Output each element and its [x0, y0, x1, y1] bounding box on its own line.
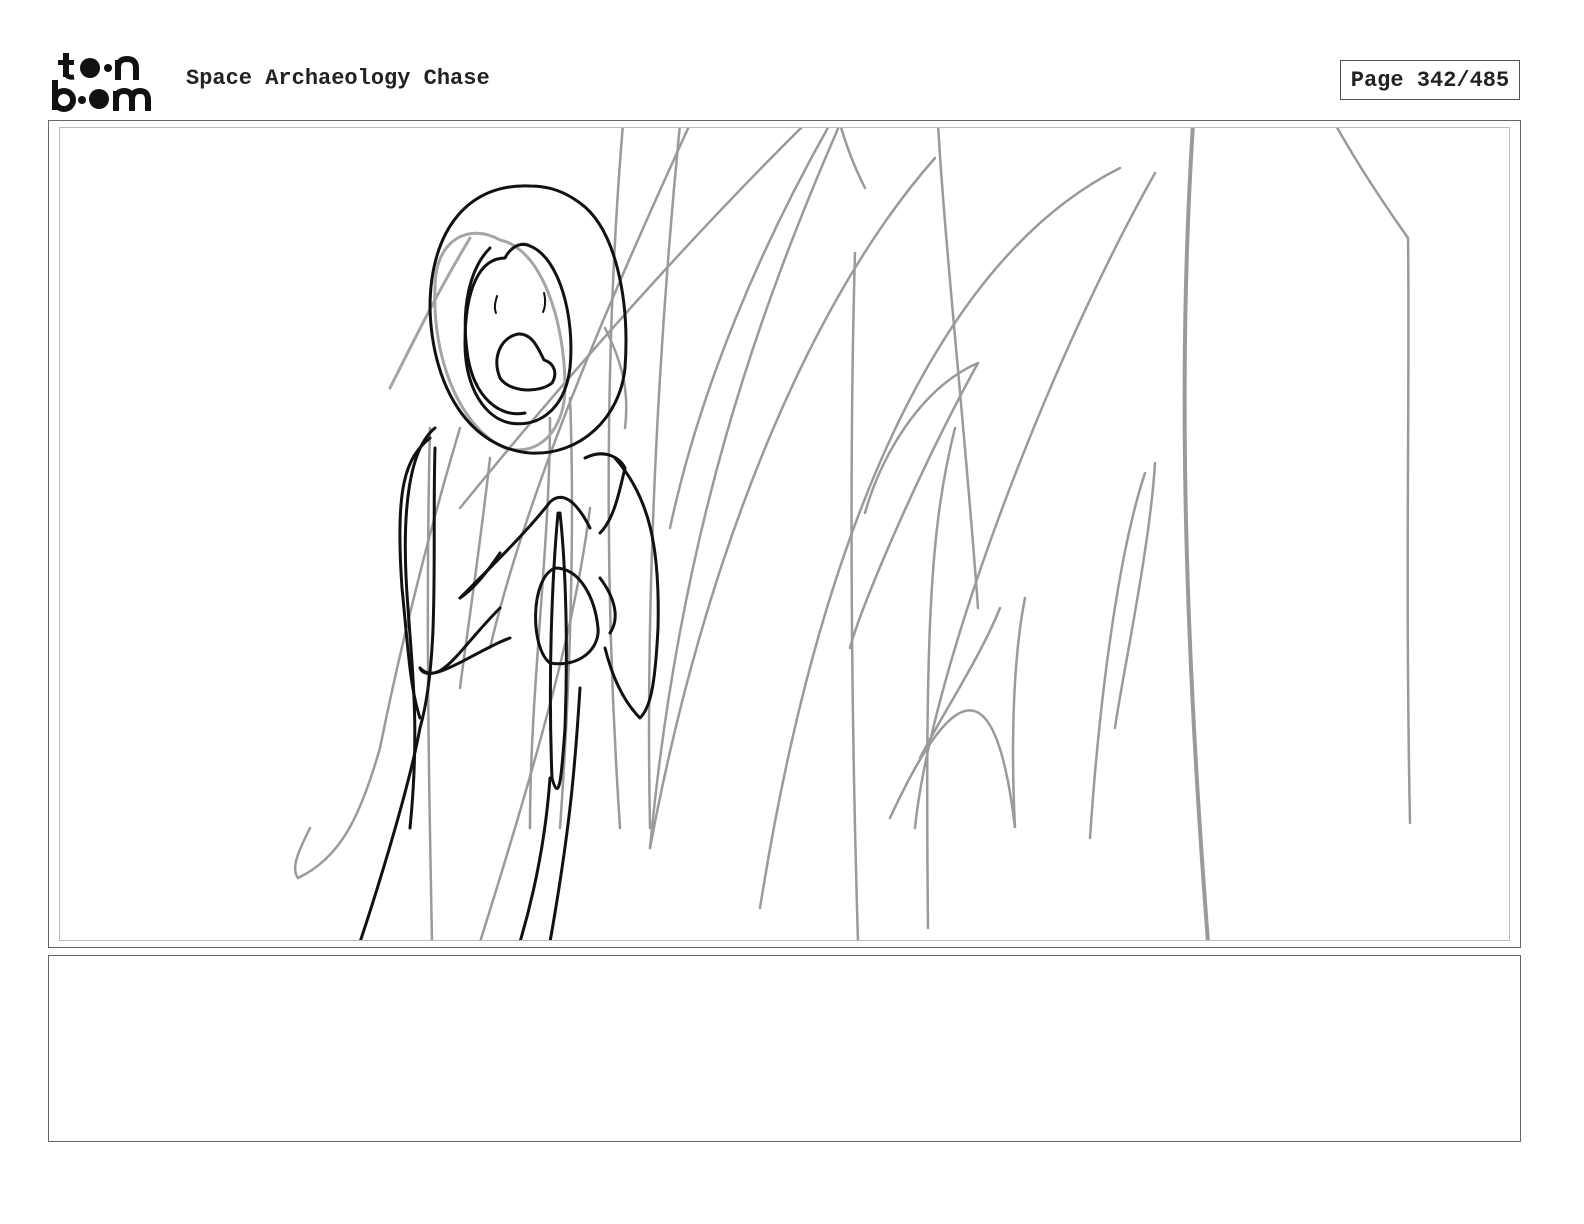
- project-title: Space Archaeology Chase: [186, 66, 490, 91]
- toon-boom-logo: [50, 50, 162, 112]
- page-indicator: Page 342/485: [1340, 60, 1520, 100]
- storyboard-sketch: [293, 128, 1412, 940]
- panel-notes-area[interactable]: [48, 955, 1521, 1142]
- panel-image-area: [59, 127, 1510, 941]
- storyboard-panel[interactable]: [48, 120, 1521, 948]
- page-indicator-label: Page 342/485: [1350, 67, 1510, 93]
